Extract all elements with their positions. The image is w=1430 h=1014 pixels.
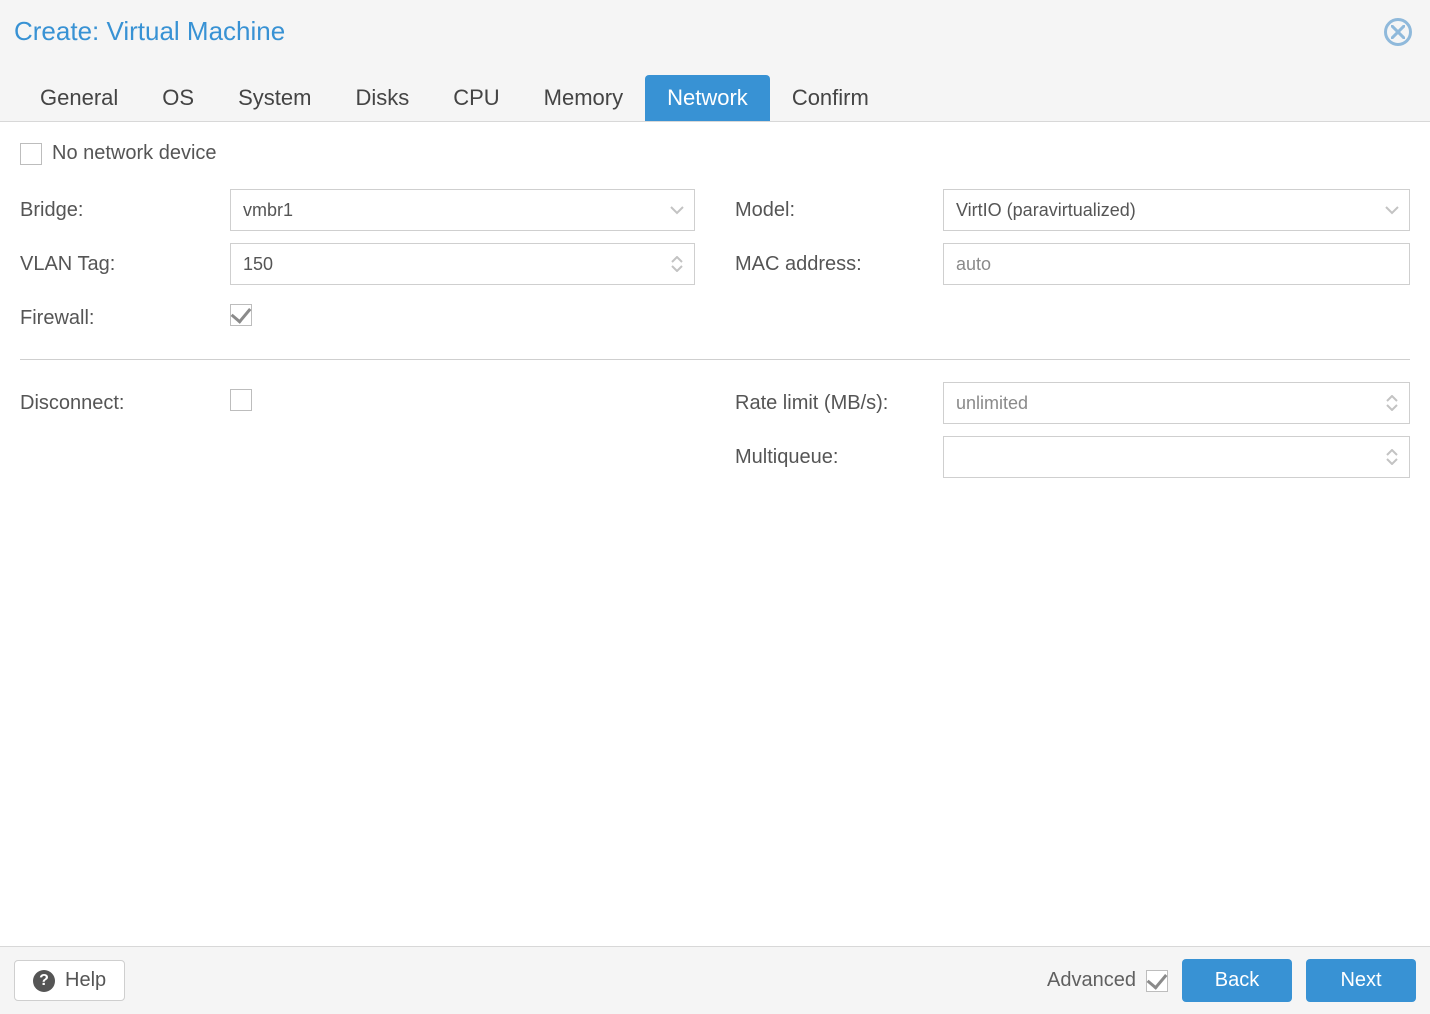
vlan-tag-label: VLAN Tag: [20, 253, 230, 276]
help-button-label: Help [65, 969, 106, 992]
bridge-combobox[interactable] [230, 189, 695, 231]
dialog-footer: ? Help Advanced Back Next [0, 946, 1430, 1014]
rate-limit-input[interactable] [943, 382, 1410, 424]
mac-address-label: MAC address: [735, 253, 943, 276]
no-network-device-label: No network device [52, 142, 217, 165]
tab-general[interactable]: General [18, 75, 140, 121]
disconnect-checkbox[interactable] [230, 389, 252, 411]
dialog-header: Create: Virtual Machine General OS Syste… [0, 0, 1430, 122]
bridge-label: Bridge: [20, 199, 230, 222]
multiqueue-input[interactable] [943, 436, 1410, 478]
mac-address-input[interactable] [943, 243, 1410, 285]
advanced-label: Advanced [1047, 969, 1136, 992]
firewall-checkbox[interactable] [230, 304, 252, 326]
tab-os[interactable]: OS [140, 75, 216, 121]
advanced-checkbox[interactable] [1146, 970, 1168, 992]
back-button[interactable]: Back [1182, 959, 1292, 1002]
section-divider [20, 359, 1410, 360]
next-button[interactable]: Next [1306, 959, 1416, 1002]
firewall-label: Firewall: [20, 307, 230, 330]
dialog-body: No network device Bridge: VLAN Tag: [0, 122, 1430, 946]
tab-memory[interactable]: Memory [522, 75, 645, 121]
multiqueue-label: Multiqueue: [735, 446, 943, 469]
dialog-title: Create: Virtual Machine [14, 16, 285, 47]
tab-system[interactable]: System [216, 75, 333, 121]
no-network-device-checkbox[interactable] [20, 143, 42, 165]
tab-network[interactable]: Network [645, 75, 770, 121]
disconnect-label: Disconnect: [20, 392, 230, 415]
wizard-tabs: General OS System Disks CPU Memory Netwo… [0, 75, 1430, 121]
close-icon [1391, 25, 1405, 39]
tab-disks[interactable]: Disks [333, 75, 431, 121]
vlan-tag-input[interactable] [230, 243, 695, 285]
help-button[interactable]: ? Help [14, 960, 125, 1001]
tab-cpu[interactable]: CPU [431, 75, 521, 121]
model-combobox[interactable] [943, 189, 1410, 231]
help-icon: ? [33, 970, 55, 992]
close-button[interactable] [1384, 18, 1412, 46]
tab-confirm[interactable]: Confirm [770, 75, 891, 121]
rate-limit-label: Rate limit (MB/s): [735, 392, 943, 415]
model-label: Model: [735, 199, 943, 222]
